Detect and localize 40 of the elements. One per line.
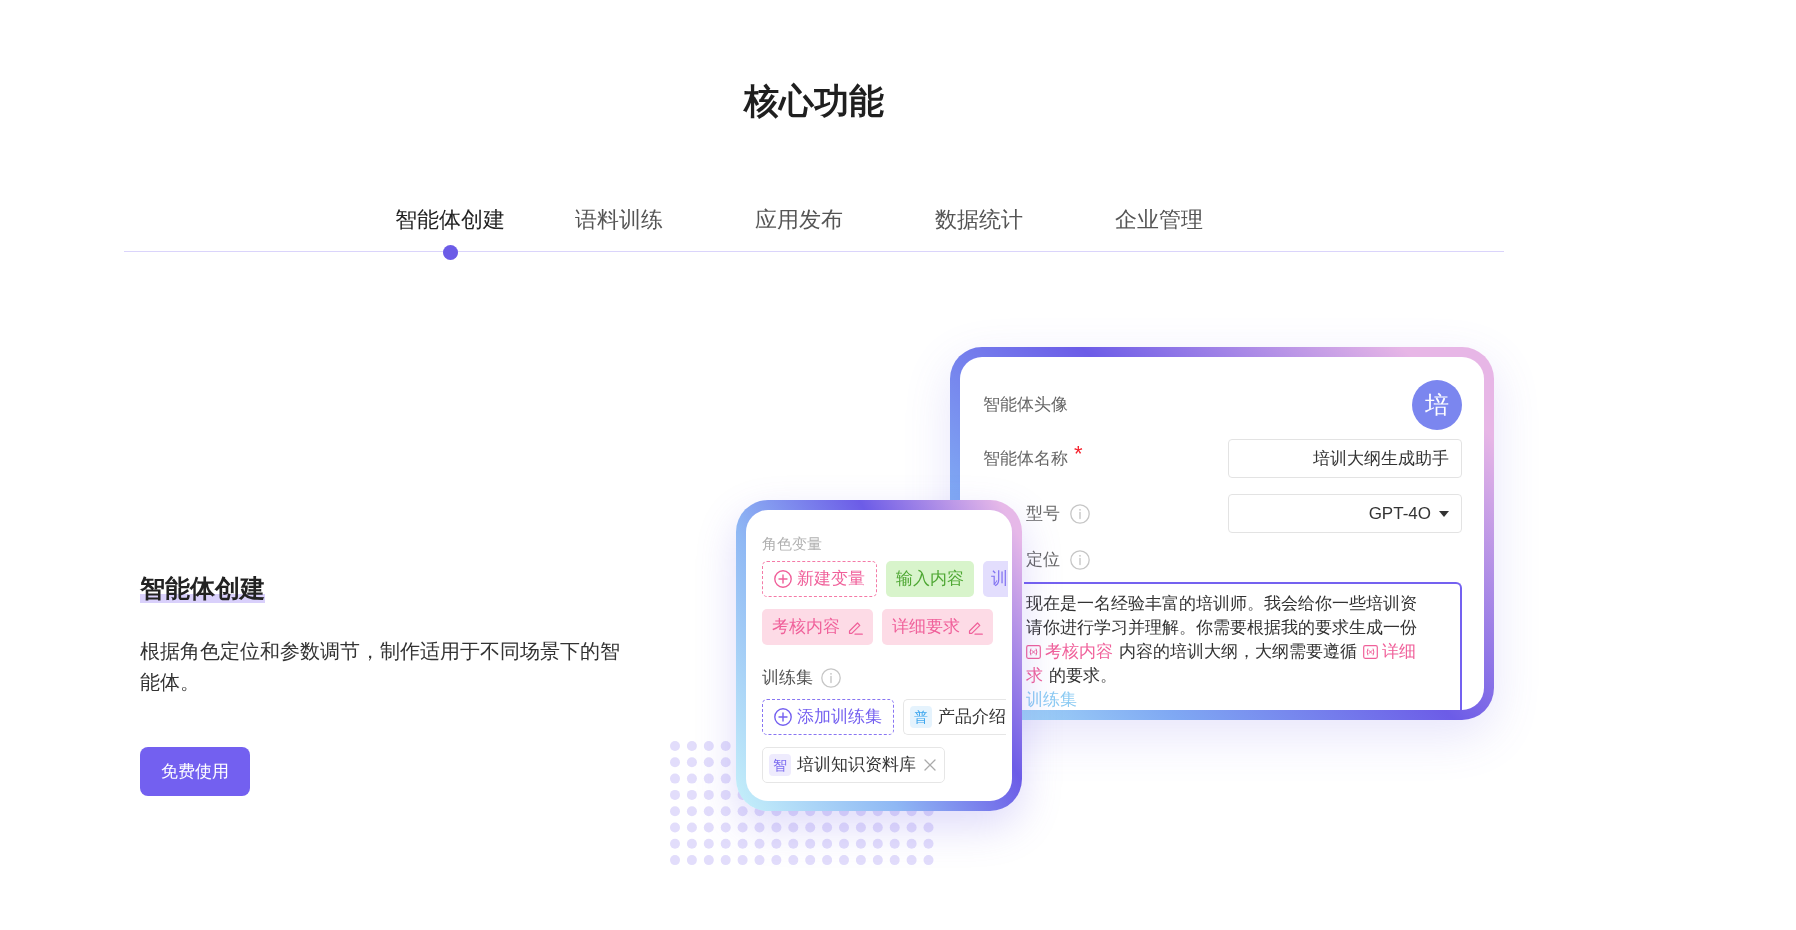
tab[interactable]: 数据统计	[935, 205, 1023, 235]
edit-icon	[968, 619, 983, 635]
tab[interactable]: 智能体创建	[395, 205, 505, 260]
feature-title: 智能体创建	[140, 573, 265, 603]
prompt-textarea[interactable]: 现在是一名经验丰富的培训师。我会给你一些培训资 请你进行学习并理解。你需要根据我的要求生成一份 考核内容 内容的培训大纲，大纲需要遵循 详细 求 的要求。 训练集	[1024, 582, 1462, 710]
prompt-text: 内容的培训大纲，大纲需要遵循	[1119, 641, 1357, 663]
prompt-text: 现在是一名经验丰富的培训师。我会给你一些培训资	[1026, 593, 1417, 615]
variable-icon	[1026, 645, 1041, 659]
prompt-text: 请你进行学习并理解。你需要根据我的要求生成一份	[1026, 617, 1417, 639]
edit-icon	[848, 619, 863, 635]
variable-name: 考核内容	[1045, 641, 1113, 663]
caret-icon	[1439, 510, 1449, 517]
plus-circle-icon	[774, 570, 792, 588]
close-icon[interactable]	[924, 759, 936, 771]
name-input[interactable]: 培训大纲生成助手	[1228, 439, 1462, 478]
training-set-chip[interactable]: 普 产品介绍	[903, 699, 1006, 735]
tab[interactable]: 企业管理	[1115, 205, 1203, 235]
set-type-badge: 智	[769, 754, 791, 776]
set-type-badge: 普	[910, 706, 932, 728]
training-set-chip[interactable]: 智 培训知识资料库	[762, 747, 945, 783]
section-title: 核心功能	[744, 80, 884, 122]
variable-name: 求	[1026, 665, 1043, 687]
feature-description: 根据角色定位和参数调节，制作适用于不同场景下的智能体。	[140, 639, 621, 695]
field-label: 型号	[1026, 502, 1060, 525]
tab[interactable]: 语料训练	[575, 205, 663, 235]
variable-name: 详细	[1382, 641, 1416, 663]
model-select[interactable]: GPT-4O	[1228, 494, 1462, 533]
field-label: 智能体头像	[983, 394, 1068, 416]
free-trial-button[interactable]: 免费使用	[140, 747, 250, 796]
field-label: 定位	[1026, 549, 1060, 571]
training-set-text: 训练集	[1026, 689, 1077, 710]
field-label: 智能体名称	[983, 447, 1068, 470]
section-label: 角色变量	[762, 534, 822, 554]
add-training-set-button[interactable]: 添加训练集	[762, 699, 894, 735]
plus-circle-icon	[774, 708, 792, 726]
prompt-text: 的要求。	[1049, 665, 1117, 687]
section-label: 训练集	[762, 667, 813, 689]
required-mark: *	[1074, 442, 1083, 465]
tab[interactable]: 应用发布	[755, 205, 843, 235]
variable-icon	[1363, 645, 1378, 659]
